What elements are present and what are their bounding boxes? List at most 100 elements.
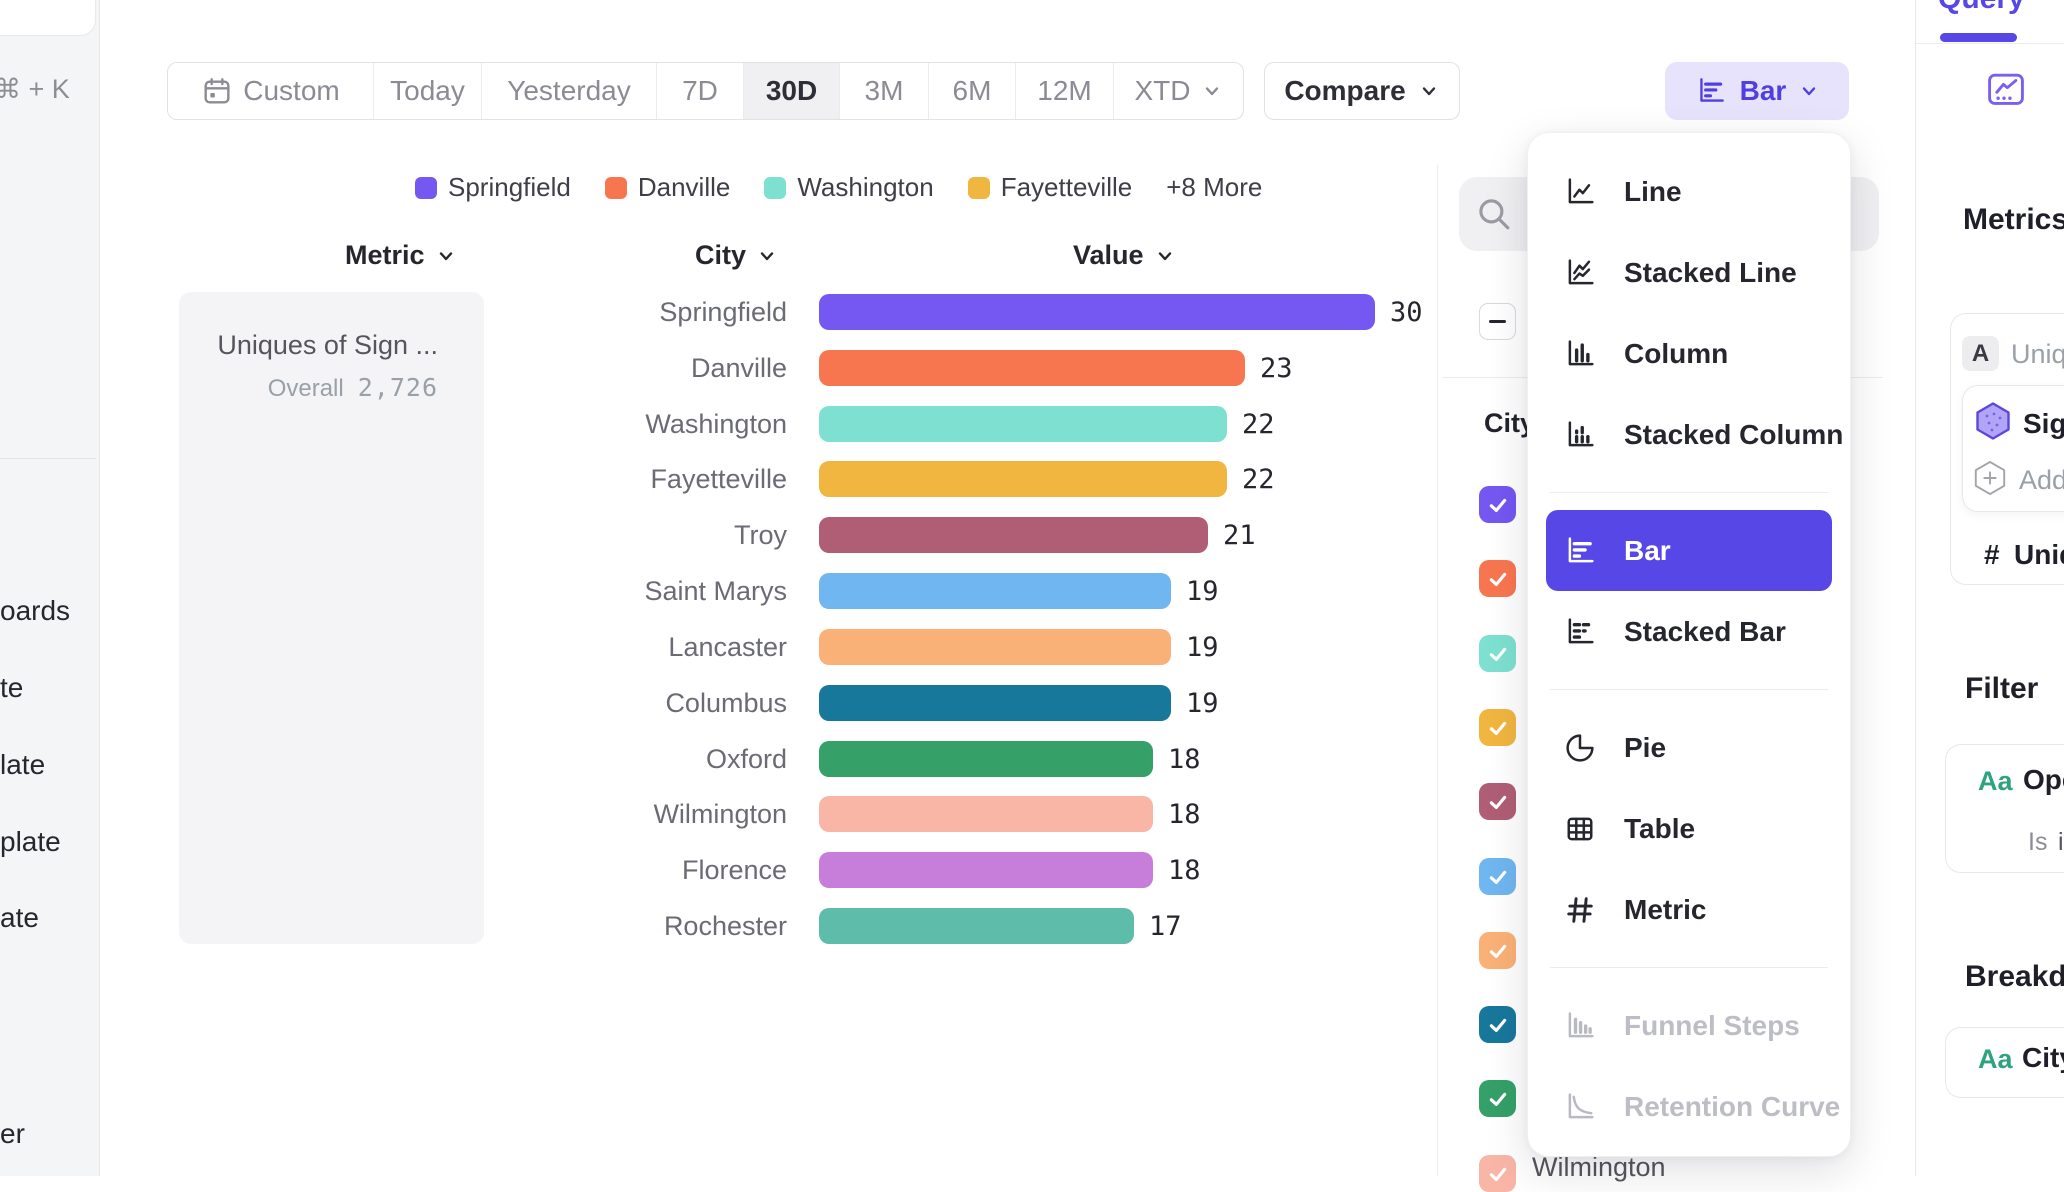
menu-item-stacked-line[interactable]: Stacked Line — [1528, 232, 1850, 313]
menu-item-stacked-column[interactable]: Stacked Column — [1528, 394, 1850, 475]
sidebar-item-fragment[interactable]: plate — [0, 826, 61, 858]
city-checkbox-columbus[interactable] — [1479, 1006, 1516, 1043]
metric-column-header[interactable]: Metric — [345, 240, 457, 271]
menu-item-table[interactable]: Table — [1528, 788, 1850, 869]
date-range-7d[interactable]: 7D — [656, 63, 743, 119]
check-icon — [1483, 787, 1513, 817]
menu-item-label: Metric — [1624, 894, 1706, 926]
date-range-today[interactable]: Today — [373, 63, 481, 119]
bar-danville[interactable] — [819, 350, 1245, 386]
menu-item-stacked-bar[interactable]: Stacked Bar — [1528, 591, 1850, 672]
bar-troy[interactable] — [819, 517, 1208, 553]
date-range-30d[interactable]: 30D — [743, 63, 839, 119]
metric-overall: Overall2,726 — [179, 373, 438, 403]
bar-row-label: Wilmington — [500, 796, 787, 833]
date-range-12m[interactable]: 12M — [1015, 63, 1113, 119]
date-range-label: Yesterday — [507, 75, 631, 107]
city-checkbox-springfield[interactable] — [1479, 486, 1516, 523]
event-badge: A — [1962, 336, 1999, 371]
city-checkbox-danville[interactable] — [1479, 560, 1516, 597]
city-checkbox-lancaster[interactable] — [1479, 932, 1516, 969]
sidebar-item-fragment[interactable]: te — [0, 672, 23, 704]
bar-oxford[interactable] — [819, 741, 1153, 777]
chart-type-button[interactable]: Bar — [1665, 62, 1849, 120]
menu-item-funnel-steps: Funnel Steps — [1528, 985, 1850, 1066]
bar-lancaster[interactable] — [819, 629, 1171, 665]
date-range-label: Today — [390, 75, 465, 107]
bar-value: 19 — [1186, 629, 1219, 666]
city-checkbox-troy[interactable] — [1479, 783, 1516, 820]
date-range-6m[interactable]: 6M — [928, 63, 1015, 119]
date-range-label: Custom — [243, 75, 339, 107]
sidebar-search-card[interactable] — [0, 0, 96, 36]
menu-item-label: Column — [1624, 338, 1728, 370]
date-range-yesterday[interactable]: Yesterday — [481, 63, 656, 119]
city-checkbox-wilmington[interactable] — [1479, 1155, 1516, 1192]
city-checkbox-fayetteville[interactable] — [1479, 709, 1516, 746]
chevron-down-icon — [1154, 245, 1176, 267]
legend-label: Danville — [638, 172, 731, 203]
select-all-checkbox[interactable] — [1479, 303, 1516, 340]
check-icon — [1483, 1084, 1513, 1114]
stacked-line-icon — [1562, 255, 1598, 291]
city-column-header[interactable]: City — [695, 240, 778, 271]
legend-item[interactable]: Washington — [764, 172, 933, 203]
bar-row-label: Washington — [500, 406, 787, 443]
menu-item-label: Funnel Steps — [1624, 1010, 1800, 1042]
calendar-icon — [201, 75, 233, 107]
retention-curve-icon — [1562, 1089, 1598, 1125]
add-fragment: Add — [2019, 465, 2064, 496]
chevron-down-icon — [1418, 80, 1440, 102]
bar-springfield[interactable] — [819, 294, 1375, 330]
compare-label: Compare — [1284, 75, 1405, 107]
menu-item-label: Line — [1624, 176, 1682, 208]
measure-fragment: Uniqu — [2014, 539, 2064, 571]
bar-columbus[interactable] — [819, 685, 1171, 721]
sidebar-item-fragment[interactable]: ate — [0, 902, 39, 934]
bar-florence[interactable] — [819, 852, 1153, 888]
sidebar-item-fragment[interactable]: er — [0, 1118, 25, 1150]
tab-query[interactable]: Query — [1938, 0, 2025, 16]
check-icon — [1483, 936, 1513, 966]
menu-item-line[interactable]: Line — [1528, 151, 1850, 232]
column-chart-icon — [1562, 336, 1598, 372]
metric-card[interactable]: Uniques of Sign ... Overall2,726 — [179, 292, 484, 944]
menu-item-metric[interactable]: Metric — [1528, 869, 1850, 950]
bar-row-label: Saint Marys — [500, 573, 787, 610]
chart-type-menu: Line Stacked Line Column Stacked Column Bar S… — [1527, 132, 1851, 1157]
city-checkbox-oxford[interactable] — [1479, 1080, 1516, 1117]
breakdown-heading: Breakdo — [1965, 960, 2064, 994]
city-checkbox-saint-marys[interactable] — [1479, 858, 1516, 895]
date-range-custom[interactable]: Custom — [168, 63, 373, 119]
bar-rochester[interactable] — [819, 908, 1134, 944]
date-range-3m[interactable]: 3M — [839, 63, 928, 119]
chevron-down-icon — [435, 245, 457, 267]
sidebar-item-fragment[interactable]: oards — [0, 595, 70, 627]
date-range-label: 7D — [682, 75, 718, 107]
check-icon — [1483, 713, 1513, 743]
value-column-header[interactable]: Value — [1073, 240, 1176, 271]
legend-item[interactable]: Fayetteville — [968, 172, 1133, 203]
legend-item[interactable]: Danville — [605, 172, 731, 203]
breakdown-property: City — [2022, 1042, 2064, 1074]
sidebar-item-fragment[interactable]: late — [0, 749, 45, 781]
menu-item-label: Stacked Bar — [1624, 616, 1786, 648]
menu-item-bar[interactable]: Bar — [1546, 510, 1832, 591]
city-checkbox-washington[interactable] — [1479, 635, 1516, 672]
add-property-icon[interactable] — [1972, 459, 2008, 497]
event-name-fragment: Uniq — [2011, 339, 2064, 370]
bar-value: 23 — [1260, 350, 1293, 387]
chevron-down-icon — [756, 245, 778, 267]
bar-saint-marys[interactable] — [819, 573, 1171, 609]
date-range-xtd[interactable]: XTD — [1113, 63, 1243, 119]
bar-wilmington[interactable] — [819, 796, 1153, 832]
bar-row-label: Rochester — [500, 908, 787, 945]
menu-item-pie[interactable]: Pie — [1528, 707, 1850, 788]
legend-more[interactable]: +8 More — [1166, 172, 1262, 203]
bar-washington[interactable] — [819, 406, 1227, 442]
legend-item[interactable]: Springfield — [415, 172, 571, 203]
bar-fayetteville[interactable] — [819, 461, 1227, 497]
menu-item-column[interactable]: Column — [1528, 313, 1850, 394]
pie-chart-icon — [1562, 730, 1598, 766]
compare-button[interactable]: Compare — [1264, 62, 1460, 120]
